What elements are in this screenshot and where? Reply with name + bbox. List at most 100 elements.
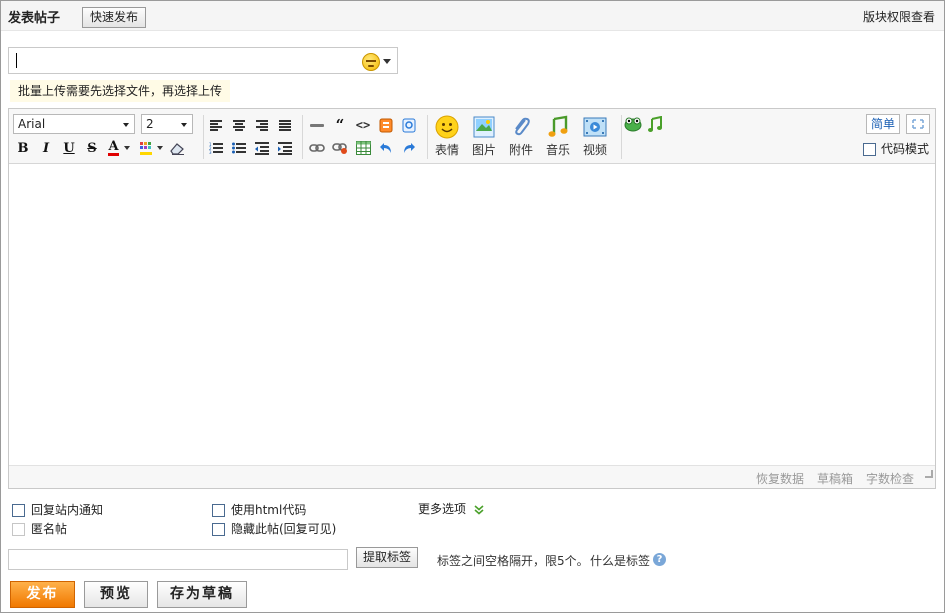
flash-game-button[interactable]	[623, 114, 643, 134]
quote-button[interactable]: “	[330, 115, 350, 135]
font-family-select[interactable]: Arial	[13, 114, 135, 134]
bullet-list-icon	[232, 142, 246, 153]
font-size-value: 2	[146, 117, 154, 131]
table-icon	[355, 141, 371, 155]
unlink-icon	[332, 143, 347, 154]
font-family-value: Arial	[18, 117, 46, 131]
use-html-option[interactable]: 使用html代码	[212, 501, 306, 518]
outdent-icon	[255, 141, 269, 155]
permission-link[interactable]: 版块权限查看	[863, 8, 935, 25]
image-button[interactable]: 图片	[466, 115, 502, 158]
undo-button[interactable]	[376, 138, 396, 158]
hide-post-checkbox[interactable]	[212, 523, 225, 536]
toolbar-divider	[427, 115, 428, 159]
restore-data-link[interactable]: 恢复数据	[756, 470, 804, 487]
font-color-button[interactable]: A	[105, 138, 133, 158]
code-button[interactable]: <>	[353, 115, 373, 135]
double-chevron-down-icon	[474, 504, 484, 515]
ordered-list-button[interactable]: 123	[206, 138, 226, 158]
undo-icon	[380, 143, 391, 153]
outdent-button[interactable]	[252, 138, 272, 158]
submit-button[interactable]: 发布	[10, 581, 75, 608]
insert-table-button[interactable]	[353, 138, 373, 158]
page-title: 发表帖子	[8, 11, 61, 26]
strikethrough-button[interactable]: S	[82, 138, 102, 158]
smiley-icon[interactable]	[362, 53, 380, 71]
align-left-icon	[210, 119, 222, 131]
free-tag-icon	[379, 118, 393, 132]
hide-post-option[interactable]: 隐藏此帖(回复可见)	[212, 520, 336, 537]
video-label: 视频	[582, 143, 607, 157]
editor-toolbar: Arial 2 B I U S A 1 2 3 “ <> 表情 图片 附件 音乐…	[9, 109, 935, 164]
align-center-button[interactable]	[229, 115, 249, 135]
use-html-checkbox[interactable]	[212, 504, 225, 517]
insert-link-button[interactable]	[307, 138, 327, 158]
editor-status-bar: 恢复数据 草稿箱 字数检查	[9, 465, 935, 488]
music-label: 音乐	[545, 143, 570, 157]
attachment-label: 附件	[508, 143, 533, 157]
align-right-button[interactable]	[252, 115, 272, 135]
video-icon	[583, 115, 607, 139]
redo-button[interactable]	[399, 138, 419, 158]
fullscreen-button[interactable]	[906, 114, 930, 134]
simple-mode-button[interactable]: 简单	[866, 114, 901, 134]
extract-tags-button[interactable]: 提取标签	[356, 547, 419, 568]
bold-button[interactable]: B	[13, 138, 33, 158]
emoticon-label: 表情	[434, 143, 459, 157]
background-color-button[interactable]	[137, 138, 165, 158]
reply-notify-label: 回复站内通知	[31, 503, 104, 517]
text-caret	[16, 53, 17, 68]
unordered-list-button[interactable]	[229, 138, 249, 158]
tags-hint: 标签之间空格隔开，限5个。	[437, 554, 589, 568]
free-tag-button[interactable]	[376, 115, 396, 135]
hide-post-label: 隐藏此帖(回复可见)	[231, 522, 337, 536]
reply-notify-checkbox[interactable]	[12, 504, 25, 517]
chevron-down-icon	[123, 123, 129, 127]
code-mode-toggle[interactable]: 代码模式	[863, 140, 929, 157]
code-mode-label: 代码模式	[881, 142, 930, 156]
horizontal-rule-icon	[310, 123, 324, 127]
fullscreen-icon	[912, 119, 924, 129]
align-justify-button[interactable]	[275, 115, 295, 135]
indent-button[interactable]	[275, 138, 295, 158]
video-button[interactable]: 视频	[577, 115, 613, 158]
form-header: 发表帖子 快速发布 版块权限查看	[1, 1, 944, 31]
anonymous-label: 匿名帖	[31, 522, 68, 536]
editor-content-area[interactable]	[9, 165, 935, 465]
hide-content-button[interactable]	[399, 115, 419, 135]
code-mode-checkbox[interactable]	[863, 143, 876, 156]
emoticon-button[interactable]: 表情	[429, 115, 465, 158]
horizontal-rule-button[interactable]	[307, 115, 327, 135]
font-size-select[interactable]: 2	[141, 114, 193, 134]
quick-post-button[interactable]: 快速发布	[82, 7, 147, 28]
italic-button[interactable]: I	[36, 138, 56, 158]
align-left-button[interactable]	[206, 115, 226, 135]
subject-input[interactable]	[8, 47, 398, 74]
save-draft-button[interactable]: 存为草稿	[157, 581, 247, 608]
quote-icon: “	[335, 116, 345, 134]
audio-button[interactable]	[645, 114, 665, 134]
tags-input[interactable]	[8, 549, 348, 570]
image-label: 图片	[471, 143, 496, 157]
chevron-down-icon[interactable]	[383, 59, 391, 64]
word-count-link[interactable]: 字数检查	[866, 470, 914, 487]
drafts-link[interactable]: 草稿箱	[817, 470, 853, 487]
preview-button[interactable]: 预览	[84, 581, 148, 608]
help-icon[interactable]: ?	[653, 553, 666, 566]
remove-link-button[interactable]	[330, 138, 350, 158]
more-options-label: 更多选项	[418, 502, 467, 516]
anonymous-option[interactable]: 匿名帖	[12, 520, 67, 537]
clear-format-button[interactable]	[167, 138, 187, 158]
anonymous-checkbox[interactable]	[12, 523, 25, 536]
underline-button[interactable]: U	[59, 138, 79, 158]
what-is-tag-link[interactable]: 什么是标签	[590, 552, 650, 569]
music-note-icon	[648, 116, 662, 132]
toolbar-divider	[621, 115, 622, 159]
music-button[interactable]: 音乐	[540, 115, 576, 158]
reply-notify-option[interactable]: 回复站内通知	[12, 501, 103, 518]
more-options-link[interactable]: 更多选项	[418, 500, 484, 517]
resize-handle[interactable]	[925, 470, 933, 478]
music-note-icon	[546, 115, 570, 139]
redo-icon	[404, 143, 415, 153]
attachment-button[interactable]: 附件	[503, 115, 539, 158]
